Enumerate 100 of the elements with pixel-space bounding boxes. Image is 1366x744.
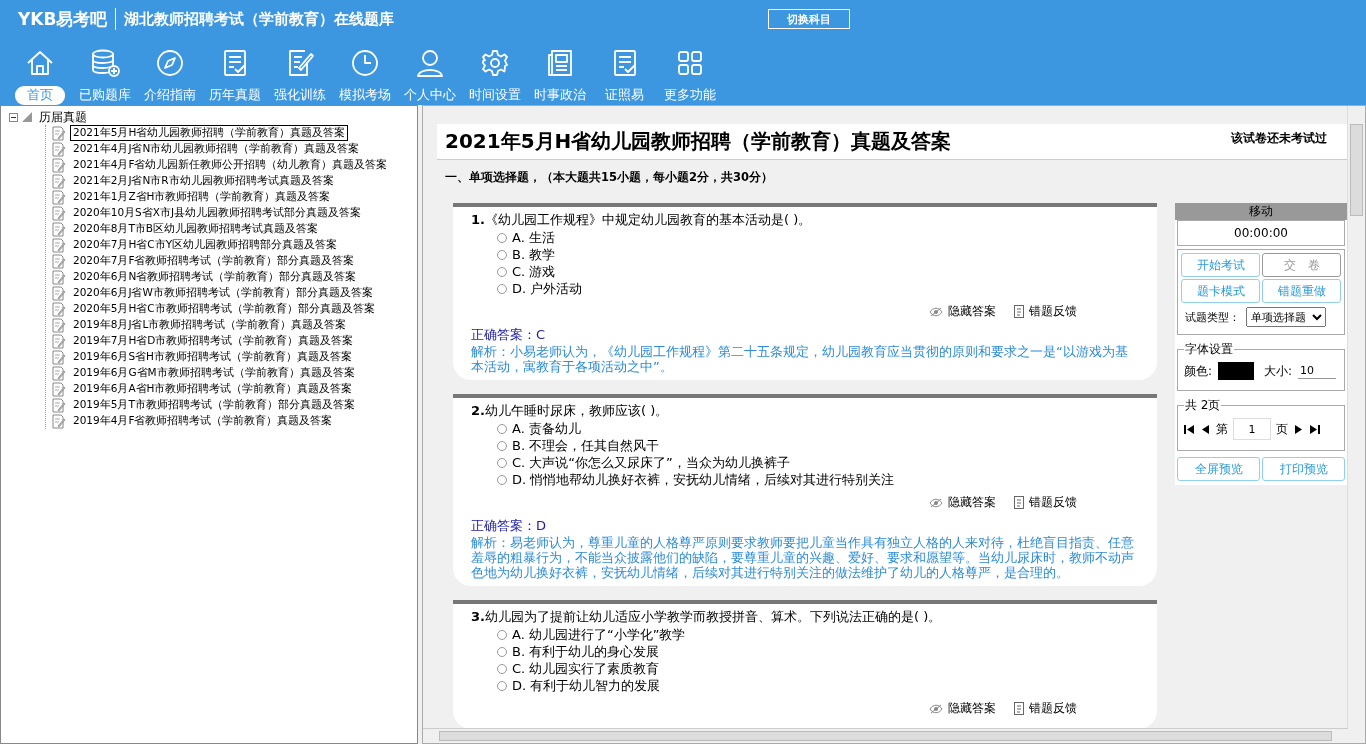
option-text[interactable]: C. 幼儿园实行了素质教育: [512, 660, 660, 677]
last-page-icon[interactable]: [1309, 424, 1320, 434]
tree-item[interactable]: 2019年7月H省D市教师招聘考试（学前教育）真题及答案: [70, 333, 357, 349]
document-edit-icon: [52, 237, 66, 253]
tree-item[interactable]: 2021年4月J省N市幼儿园教师招聘（学前教育）真题及答案: [70, 141, 363, 157]
previous-page-icon[interactable]: [1200, 424, 1211, 434]
size-label: 大小:: [1264, 362, 1293, 380]
group-title: 字体设置: [1184, 341, 1234, 358]
timer: 00:00:00: [1177, 220, 1345, 246]
option-text[interactable]: A. 生活: [512, 229, 555, 246]
hide-answer-button[interactable]: 隐藏答案: [929, 494, 996, 511]
tree-item[interactable]: 2019年6月G省M市教师招聘考试（学前教育）真题及答案: [70, 365, 358, 381]
error-feedback-button[interactable]: 错题反馈: [1014, 303, 1077, 320]
option-text[interactable]: B. 不理会，任其自然风干: [512, 437, 660, 454]
error-feedback-button[interactable]: 错题反馈: [1014, 700, 1077, 717]
size-field[interactable]: 10: [1298, 363, 1337, 379]
first-page-icon[interactable]: [1184, 424, 1195, 434]
document-edit-icon: [52, 269, 66, 285]
radio-button[interactable]: [497, 474, 507, 485]
question-text: 1.《幼儿园工作规程》中规定幼儿园教育的基本活动是( )。: [471, 211, 813, 229]
collapse-toggle[interactable]: [9, 112, 18, 122]
color-label: 颜色:: [1184, 362, 1213, 380]
question-type-select[interactable]: 单项选择题: [1246, 307, 1326, 327]
document-edit-icon: [52, 381, 66, 397]
radio-button[interactable]: [497, 663, 507, 674]
folder-icon: [22, 112, 32, 122]
document-edit-icon: [52, 221, 66, 237]
group-title: 共 2页: [1184, 397, 1222, 414]
answer-explanation: 解析：小易老师认为，《幼儿园工作规程》第二十五条规定，幼儿园教育应当贯彻的原则和要求之一是“以游戏为基本活动，寓教育于各项活动之中”。: [471, 344, 1129, 374]
hide-answer-button[interactable]: 隐藏答案: [929, 700, 996, 717]
document-edit-icon: [52, 349, 66, 365]
logo: YKB易考吧: [18, 8, 117, 30]
document-edit-icon: [52, 397, 66, 413]
radio-button[interactable]: [497, 646, 507, 657]
radio-button[interactable]: [497, 283, 507, 294]
eye-icon: [929, 703, 943, 714]
question-text: 3.幼儿园为了提前让幼儿适应小学教学而教授拼音、算术。下列说法正确的是( )。: [471, 608, 943, 626]
error-feedback-button[interactable]: 错题反馈: [1014, 494, 1077, 511]
tree-item[interactable]: 2019年8月J省L市教师招聘考试（学前教育）真题及答案: [70, 317, 350, 333]
exam-status: 该试卷还未考试过: [1231, 130, 1327, 147]
compass-icon: [154, 48, 185, 78]
document-edit-icon: [52, 173, 66, 189]
tree-item[interactable]: 2019年5月T市教师招聘考试（学前教育）部分真题及答案: [70, 397, 358, 413]
correct-answer: 正确答案：D: [471, 517, 547, 535]
question-text: 2.幼儿午睡时尿床，教师应该( )。: [471, 402, 670, 420]
radio-button[interactable]: [497, 629, 507, 640]
tree-item[interactable]: 2021年5月H省幼儿园教师招聘（学前教育）真题及答案: [70, 125, 349, 141]
page-field[interactable]: 1: [1233, 418, 1271, 440]
document-edit-icon: [52, 205, 66, 221]
document-edit-icon: [52, 317, 66, 333]
document-edit-icon: [52, 189, 66, 205]
tree-item[interactable]: 2020年7月F省教师招聘考试（学前教育）部分真题及答案: [70, 253, 358, 269]
tree-item[interactable]: 2020年8月T市B区幼儿园教师招聘考试真题及答案: [70, 221, 322, 237]
option-text[interactable]: A. 幼儿园进行了“小学化”教学: [512, 626, 686, 643]
tree-item[interactable]: 2021年1月Z省H市教师招聘（学前教育）真题及答案: [70, 189, 334, 205]
tree-item[interactable]: 2021年2月J省N市R市幼儿园教师招聘考试真题及答案: [70, 173, 337, 189]
option-text[interactable]: D. 有利于幼儿智力的发展: [512, 677, 661, 694]
tree-item[interactable]: 2019年6月S省H市教师招聘考试（学前教育）真题及答案: [70, 349, 355, 365]
tree-item[interactable]: 2020年5月H省C市教师招聘考试（学前教育）部分真题及答案: [70, 301, 378, 317]
radio-button[interactable]: [497, 232, 507, 243]
document-edit-icon: [52, 253, 66, 269]
option-text[interactable]: C. 游戏: [512, 263, 556, 280]
document-edit-icon: [52, 141, 66, 157]
radio-button[interactable]: [497, 266, 507, 277]
document-edit-icon: [52, 365, 66, 381]
section-heading: 一、单项选择题，（本大题共15小题，每小题2分，共30分）: [444, 169, 774, 186]
tree-item[interactable]: 2019年4月F省教师招聘考试（学前教育）真题及答案: [70, 413, 336, 429]
settings-icon: [479, 48, 510, 78]
tree-item[interactable]: 2020年7月H省C市Y区幼儿园教师招聘部分真题及答案: [70, 237, 341, 253]
next-page-icon[interactable]: [1293, 424, 1304, 434]
color-swatch[interactable]: [1218, 362, 1255, 380]
option-text[interactable]: B. 有利于幼儿的身心发展: [512, 643, 660, 660]
tree-item[interactable]: 2020年6月J省W市教师招聘考试（学前教育）部分真题及答案: [70, 285, 376, 301]
option-text[interactable]: A. 责备幼儿: [512, 420, 581, 437]
database-icon: [89, 48, 120, 78]
radio-button[interactable]: [497, 457, 507, 468]
option-text[interactable]: B. 教学: [512, 246, 556, 263]
horizontal-scrollbar[interactable]: [423, 728, 1348, 743]
tree-item[interactable]: 2020年10月S省X市J县幼儿园教师招聘考试部分真题及答案: [70, 205, 365, 221]
option-text[interactable]: D. 户外活动: [512, 280, 583, 297]
hide-answer-button[interactable]: 隐藏答案: [929, 303, 996, 320]
page-suffix: 页: [1276, 420, 1288, 438]
move-handle[interactable]: 移动: [1175, 203, 1347, 220]
tree-item[interactable]: 2020年6月N省教师招聘考试（学前教育）部分真题及答案: [70, 269, 360, 285]
tree-item[interactable]: 2019年6月A省H市教师招聘考试（学前教育）真题及答案: [70, 381, 356, 397]
radio-button[interactable]: [497, 680, 507, 691]
radio-button[interactable]: [497, 423, 507, 434]
tree-item[interactable]: 2021年4月F省幼儿园新任教师公开招聘（幼儿教育）真题及答案: [70, 157, 391, 173]
eye-icon: [929, 497, 943, 508]
user-icon: [414, 48, 445, 78]
radio-button[interactable]: [497, 440, 507, 451]
option-text[interactable]: C. 大声说“你怎么又尿床了”，当众为幼儿换裤子: [512, 454, 790, 471]
type-label: 试题类型：: [1185, 309, 1240, 325]
correct-answer: 正确答案：C: [471, 326, 547, 344]
option-text[interactable]: D. 悄悄地帮幼儿换好衣裤，安抚幼儿情绪，后续对其进行特别关注: [512, 471, 895, 488]
document-icon: [1014, 702, 1024, 715]
radio-button[interactable]: [497, 249, 507, 260]
document-edit-icon: [52, 413, 66, 429]
tree-node[interactable]: 历届真题: [36, 107, 90, 127]
clock-icon: [349, 48, 380, 78]
